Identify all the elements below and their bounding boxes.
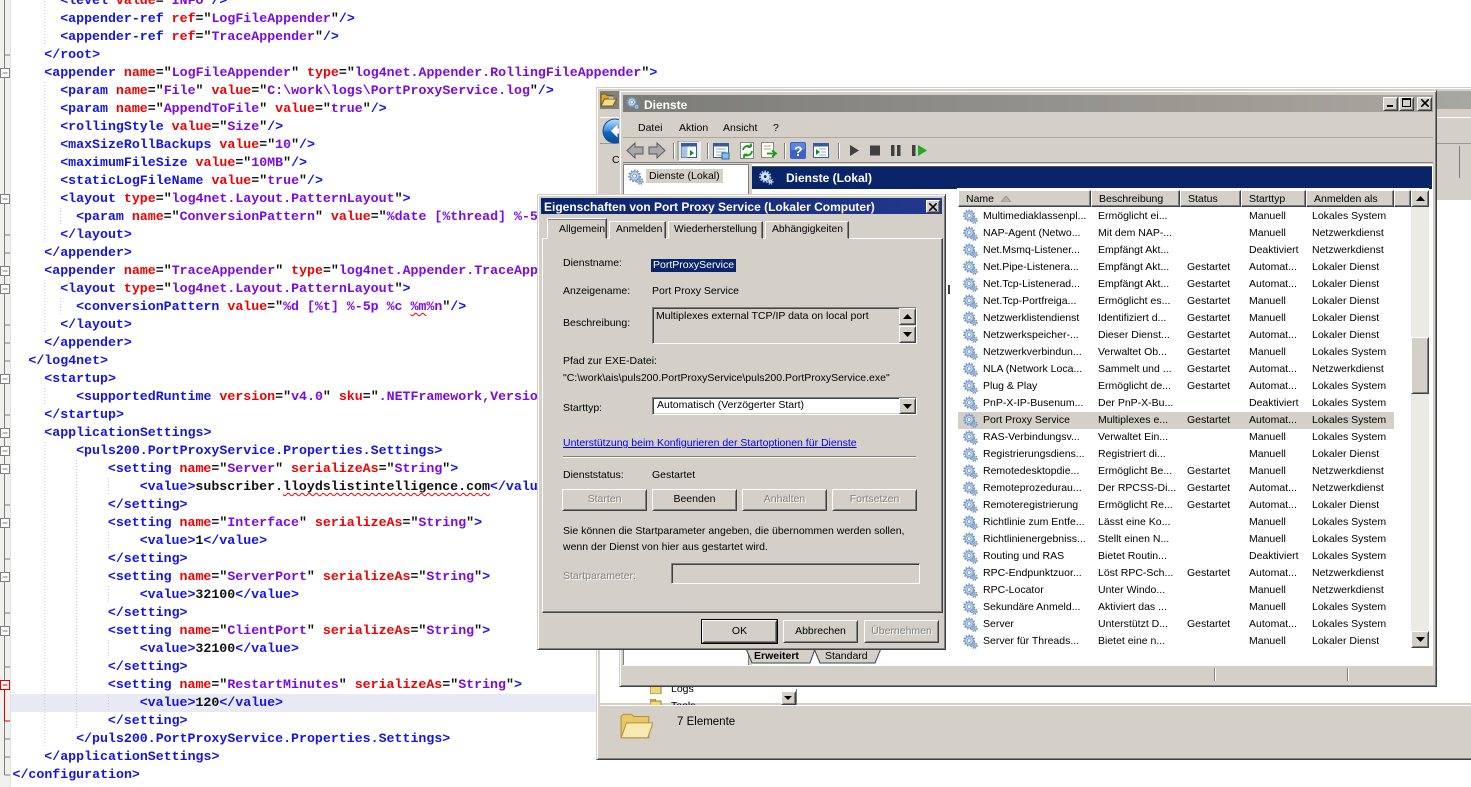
svg-text:Erweitert: Erweitert — [754, 650, 799, 662]
svg-text:Standard: Standard — [825, 650, 868, 662]
svg-text:?: ? — [794, 143, 803, 159]
